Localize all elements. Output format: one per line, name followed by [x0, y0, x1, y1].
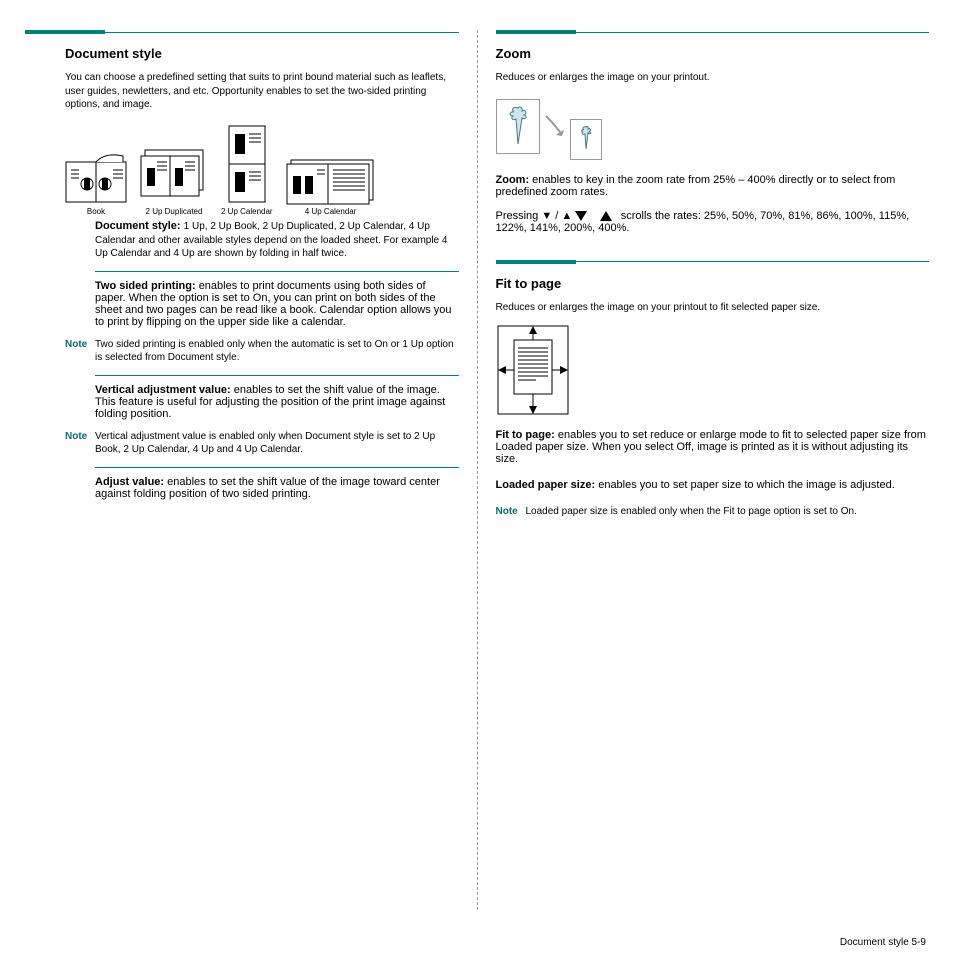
zoom-intro: Reduces or enlarges the image on your pr…	[496, 71, 930, 85]
section-title-fit: Fit to page	[496, 276, 930, 291]
section-rule	[496, 30, 930, 34]
right-column: Zoom Reduces or enlarges the image on yo…	[478, 30, 930, 910]
separator	[95, 467, 459, 468]
section-rule	[496, 260, 930, 264]
style-illustrations: Book 2 Up Duplicated	[65, 124, 459, 217]
illus-2up-duplicated: 2 Up Duplicated	[139, 144, 209, 217]
subhead-vert-adjust: Vertical adjustment value: enables to se…	[95, 384, 459, 420]
fit-body-block: Fit to page: enables you to set reduce o…	[496, 429, 930, 465]
arrow-icon	[544, 112, 566, 140]
subhead-adjust-value: Adjust value: enables to set the shift v…	[95, 476, 459, 500]
separator	[95, 375, 459, 376]
zoom-scroll-body: Pressing ▼ / ▲ scrolls the rates: 25%, 5…	[496, 210, 930, 234]
illus-4up-calendar: 4 Up Calendar	[285, 156, 377, 217]
triangle-down-icon	[575, 211, 587, 221]
illus-2up-calendar: 2 Up Calendar	[221, 124, 273, 217]
section-rule	[25, 30, 459, 34]
left-column: Document style You can choose a predefin…	[25, 30, 477, 910]
section-title-document-style: Document style	[65, 46, 459, 61]
triangle-up-icon	[600, 211, 612, 221]
section-title-zoom: Zoom	[496, 46, 930, 61]
separator	[95, 271, 459, 272]
carrot-large-icon	[496, 99, 540, 154]
carrot-small-icon	[570, 119, 602, 160]
fit-to-page-illustration	[496, 324, 930, 419]
illus-book: Book	[65, 148, 127, 217]
subhead-document-style: Document style: 1 Up, 2 Up Book, 2 Up Du…	[95, 220, 459, 261]
page-footer: Document style 5-9	[840, 937, 926, 948]
loaded-paper-block: Loaded paper size: enables you to set pa…	[496, 479, 930, 491]
zoom-before-after-illustration	[496, 93, 930, 160]
subhead-two-sided: Two sided printing: enables to print doc…	[95, 280, 459, 328]
intro-text: You can choose a predefined setting that…	[65, 71, 459, 112]
note-loaded-paper: Note Loaded paper size is enabled only w…	[496, 505, 930, 519]
note-two-sided: Note Two sided printing is enabled only …	[65, 338, 459, 365]
zoom-body-block: Zoom: enables to key in the zoom rate fr…	[496, 174, 930, 198]
note-vert-adjust: Note Vertical adjustment value is enable…	[65, 430, 459, 457]
fit-intro: Reduces or enlarges the image on your pr…	[496, 301, 930, 315]
